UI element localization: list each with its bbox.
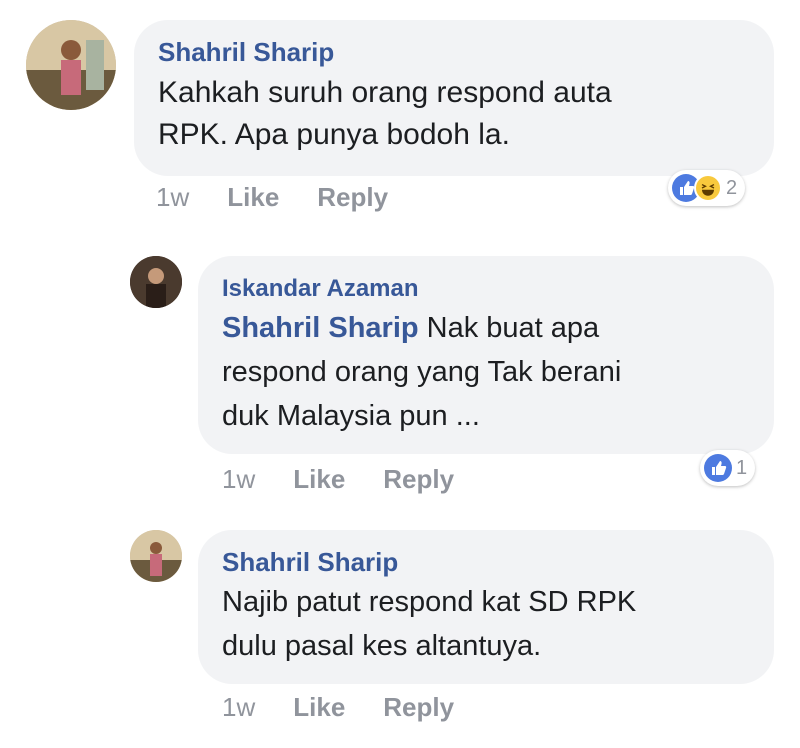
comment-text: Shahril Sharip Nak buat apa respond oran…: [222, 306, 774, 438]
avatar[interactable]: [130, 530, 182, 582]
reaction-summary[interactable]: 1: [700, 450, 756, 486]
comment-time[interactable]: 1w: [156, 182, 189, 213]
like-button[interactable]: Like: [293, 692, 345, 723]
reaction-summary[interactable]: 2: [668, 170, 746, 206]
like-button[interactable]: Like: [293, 464, 345, 495]
reply-button[interactable]: Reply: [383, 464, 454, 495]
comment-time[interactable]: 1w: [222, 464, 255, 495]
reaction-count: 1: [736, 456, 748, 479]
comment-author[interactable]: Shahril Sharip: [158, 34, 774, 70]
comment-time[interactable]: 1w: [222, 692, 255, 723]
comment-actions: 1w Like Reply: [222, 464, 492, 495]
comment-bubble: Iskandar Azaman Shahril Sharip Nak buat …: [198, 256, 774, 454]
reaction-count: 2: [726, 176, 738, 199]
comment-bubble: Shahril Sharip Kahkah suruh orang respon…: [134, 20, 774, 176]
reply-button[interactable]: Reply: [317, 182, 388, 213]
haha-icon: [694, 174, 722, 202]
avatar[interactable]: [26, 20, 116, 110]
like-icon: [704, 454, 732, 482]
comment-bubble: Shahril Sharip Najib patut respond kat S…: [198, 530, 774, 684]
reply-button[interactable]: Reply: [383, 692, 454, 723]
comment-author[interactable]: Iskandar Azaman: [222, 272, 774, 306]
like-button[interactable]: Like: [227, 182, 279, 213]
comment-text: Najib patut respond kat SD RPK dulu pasa…: [222, 586, 637, 662]
comment-text: Kahkah suruh orang respond auta RPK. Apa…: [158, 76, 612, 151]
comment-author[interactable]: Shahril Sharip: [222, 544, 774, 580]
comment-actions: 1w Like Reply: [222, 692, 492, 723]
comment-actions: 1w Like Reply: [156, 182, 426, 213]
mention-link[interactable]: Shahril Sharip: [222, 312, 419, 344]
avatar[interactable]: [130, 256, 182, 308]
